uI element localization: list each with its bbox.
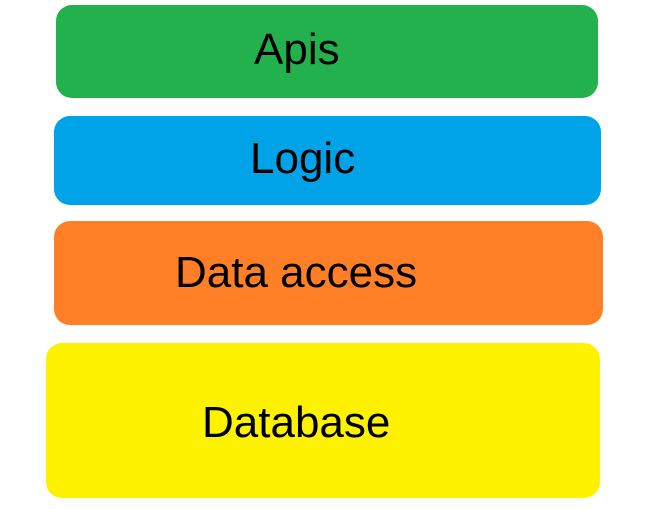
layer-logic: Logic: [54, 116, 601, 205]
layer-data-access: Data access: [54, 221, 603, 325]
layer-logic-label: Logic: [250, 133, 356, 183]
layer-apis-label: Apis: [254, 24, 340, 74]
layer-database-label: Database: [202, 397, 391, 447]
layer-apis: Apis: [56, 5, 598, 98]
layer-data-access-label: Data access: [175, 248, 418, 297]
layer-database: Database: [46, 343, 600, 498]
